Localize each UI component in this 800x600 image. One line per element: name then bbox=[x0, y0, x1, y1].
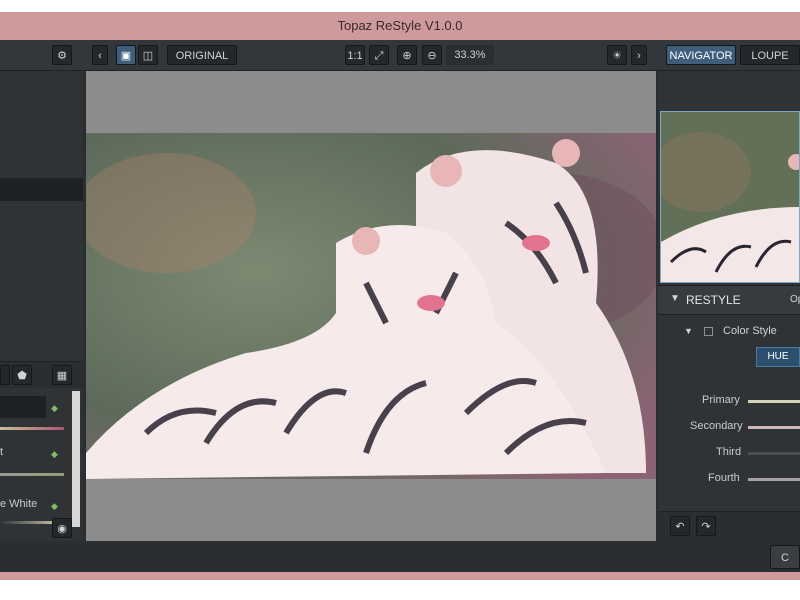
slider-label-secondary: Secondary bbox=[690, 420, 743, 432]
gear-icon: ⚙ bbox=[57, 50, 67, 62]
expand-triangle-icon: ▼ bbox=[684, 326, 693, 336]
slider-third[interactable] bbox=[748, 452, 800, 455]
left-scrollbar[interactable] bbox=[72, 391, 80, 527]
image-canvas[interactable] bbox=[86, 71, 656, 541]
slider-primary[interactable] bbox=[748, 400, 800, 403]
camera-icon: ◉ bbox=[57, 523, 67, 535]
zoom-in-icon: ⊕ bbox=[402, 50, 412, 62]
tag-button[interactable]: ⬟ bbox=[12, 365, 32, 385]
slider-label-fourth: Fourth bbox=[708, 472, 740, 484]
slider-label-third: Third bbox=[716, 446, 742, 458]
single-view-button[interactable]: ▣ bbox=[116, 45, 136, 65]
reset-diamond-icon[interactable]: ◆ bbox=[51, 501, 58, 512]
reset-diamond-icon[interactable]: ◆ bbox=[51, 403, 59, 413]
color-style-checkbox[interactable] bbox=[704, 327, 713, 336]
undo-button[interactable]: ↶ bbox=[670, 516, 690, 536]
chevron-left-icon: ‹ bbox=[98, 50, 102, 62]
slider-fourth[interactable] bbox=[748, 478, 800, 481]
preview-image[interactable] bbox=[86, 133, 656, 479]
grid-view-button[interactable]: ▦ bbox=[52, 365, 72, 385]
zoom-out-button[interactable]: ⊖ bbox=[422, 45, 442, 65]
app-window: Topaz ReStyle V1.0.0 ⚙ ‹ ▣ ◫ ORIGINAL 1:… bbox=[0, 12, 800, 580]
cancel-button[interactable]: C bbox=[770, 545, 800, 569]
hue-button[interactable]: HUE bbox=[756, 347, 800, 367]
grid-icon: ▦ bbox=[56, 370, 68, 382]
chevron-right-icon: › bbox=[637, 50, 641, 62]
left-slider-2[interactable] bbox=[0, 473, 64, 476]
left-icon-button-a[interactable] bbox=[0, 365, 10, 385]
main-toolbar: ⚙ ‹ ▣ ◫ ORIGINAL 1:1 ⤢ ⊕ ⊖ 33.3% ☀ › NAV… bbox=[0, 40, 800, 71]
tag-icon: ⬟ bbox=[17, 370, 27, 382]
undo-icon: ↶ bbox=[675, 521, 685, 533]
history-bar: ↶ ↷ bbox=[658, 511, 800, 542]
app-body: ⚙ ‹ ▣ ◫ ORIGINAL 1:1 ⤢ ⊕ ⊖ 33.3% ☀ › NAV… bbox=[0, 40, 800, 572]
split-view-icon: ◫ bbox=[142, 50, 154, 62]
split-view-button[interactable]: ◫ bbox=[138, 45, 158, 65]
color-style-row[interactable]: ▼ Color Style bbox=[658, 323, 800, 343]
collapse-right-button[interactable]: › bbox=[631, 45, 647, 65]
tab-loupe[interactable]: LOUPE bbox=[740, 45, 800, 65]
right-panel: ▼ RESTYLE Op ▼ Color Style HUE Primary S… bbox=[658, 71, 800, 542]
tab-navigator[interactable]: NAVIGATOR bbox=[666, 45, 736, 65]
single-view-icon: ▣ bbox=[120, 50, 132, 62]
color-style-label: Color Style bbox=[723, 325, 777, 337]
ratio-1-1-button[interactable]: 1:1 bbox=[345, 45, 365, 65]
original-button[interactable]: ORIGINAL bbox=[167, 45, 237, 65]
zoom-in-button[interactable]: ⊕ bbox=[397, 45, 417, 65]
left-panel: ⬟ ▦ ◆ t ◆ e White ◆ bbox=[0, 71, 83, 541]
redo-icon: ↷ bbox=[701, 521, 711, 533]
fit-screen-button[interactable]: ⤢ bbox=[369, 45, 389, 65]
left-color-swatch[interactable] bbox=[0, 396, 46, 418]
settings-button[interactable]: ⚙ bbox=[52, 45, 72, 65]
section-right-text: Op bbox=[790, 294, 800, 305]
navigator-thumbnail[interactable] bbox=[660, 111, 800, 283]
fit-screen-icon: ⤢ bbox=[374, 50, 384, 62]
redo-button[interactable]: ↷ bbox=[696, 516, 716, 536]
reset-diamond-icon[interactable]: ◆ bbox=[51, 449, 58, 460]
left-selected-row[interactable] bbox=[0, 178, 83, 201]
section-title: RESTYLE bbox=[686, 293, 741, 307]
zoom-level: 33.3% bbox=[446, 45, 494, 65]
zoom-out-icon: ⊖ bbox=[427, 50, 437, 62]
lightbulb-icon: ☀ bbox=[612, 50, 622, 62]
collapse-left-button[interactable]: ‹ bbox=[92, 45, 108, 65]
slider-secondary[interactable] bbox=[748, 426, 800, 429]
window-title: Topaz ReStyle V1.0.0 bbox=[337, 18, 463, 33]
left-item-label-1: t bbox=[0, 446, 4, 458]
left-icon-row: ⬟ ▦ bbox=[0, 361, 83, 388]
snapshot-button[interactable]: ◉ bbox=[52, 518, 72, 538]
status-bar: C bbox=[0, 541, 800, 572]
expand-triangle-icon: ▼ bbox=[670, 293, 680, 304]
slider-label-primary: Primary bbox=[702, 394, 740, 406]
left-item-label-2: e White bbox=[0, 498, 38, 510]
light-toggle-button[interactable]: ☀ bbox=[607, 45, 627, 65]
left-slider-1[interactable] bbox=[0, 427, 64, 430]
restyle-section-header[interactable]: ▼ RESTYLE Op bbox=[658, 285, 800, 315]
